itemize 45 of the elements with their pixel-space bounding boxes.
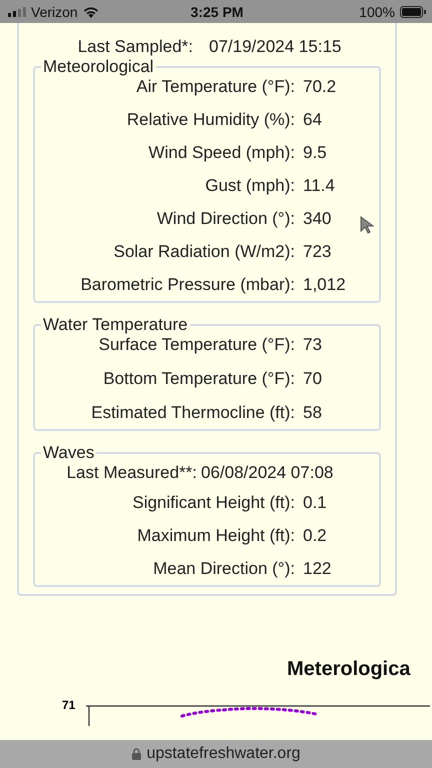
field-value: 0.2 xyxy=(303,526,328,546)
field-label: Wind Speed (mph): xyxy=(148,143,295,163)
field-value: 723 xyxy=(303,242,332,262)
field-label: Maximum Height (ft): xyxy=(136,526,295,546)
field-value: 0.1 xyxy=(303,493,328,513)
address-bar[interactable]: upstatefreshwater.org xyxy=(0,740,432,768)
wifi-icon xyxy=(82,6,99,18)
field-label: Mean Direction (°): xyxy=(152,559,295,579)
field-label: Last Measured**: xyxy=(66,463,197,483)
carrier-name: Verizon xyxy=(31,4,78,20)
field-label: Surface Temperature (°F): xyxy=(98,335,295,355)
url-text: upstatefreshwater.org xyxy=(146,745,300,763)
field-value: 122 xyxy=(303,559,332,579)
field-label: Wind Direction (°): xyxy=(156,209,295,229)
field-value: 70 xyxy=(303,369,323,389)
field-value: 340 xyxy=(303,209,332,229)
field-label: Bottom Temperature (°F): xyxy=(102,369,295,389)
field-label: Barometric Pressure (mbar): xyxy=(80,275,295,295)
field-label: Solar Radiation (W/m2): xyxy=(112,242,295,262)
lock-icon xyxy=(132,748,141,760)
section-legend: Meteorological xyxy=(41,57,156,77)
field-value: 64 xyxy=(303,110,323,130)
section-legend: Waves xyxy=(41,443,96,463)
field-label: Gust (mph): xyxy=(204,176,295,196)
field-label: Air Temperature (°F): xyxy=(135,77,295,97)
battery-percent: 100% xyxy=(359,4,395,20)
field-value: 11.4 xyxy=(303,176,336,196)
field-value: 58 xyxy=(303,403,323,423)
axis-tick-label: 71 xyxy=(62,698,76,712)
battery-icon xyxy=(400,6,426,18)
field-value: 1,012 xyxy=(303,275,347,295)
field-value: 70.2 xyxy=(303,77,338,97)
section-legend: Water Temperature xyxy=(41,315,190,335)
field-value: 07/19/2024 15:15 xyxy=(209,37,342,57)
field-label: Significant Height (ft): xyxy=(131,493,295,513)
field-value: 06/08/2024 07:08 xyxy=(201,463,334,483)
signal-icon xyxy=(8,6,26,16)
field-label: Estimated Thermocline (ft): xyxy=(90,403,295,423)
field-value: 73 xyxy=(303,335,323,355)
field-label: Relative Humidity (%): xyxy=(126,110,295,130)
field-value: 9.5 xyxy=(303,143,328,163)
chart-title: Meterologica xyxy=(287,658,410,681)
clock-time: 3:25 PM xyxy=(190,4,244,20)
pointer-icon xyxy=(360,216,374,234)
field-label: Last Sampled*: xyxy=(76,37,193,57)
